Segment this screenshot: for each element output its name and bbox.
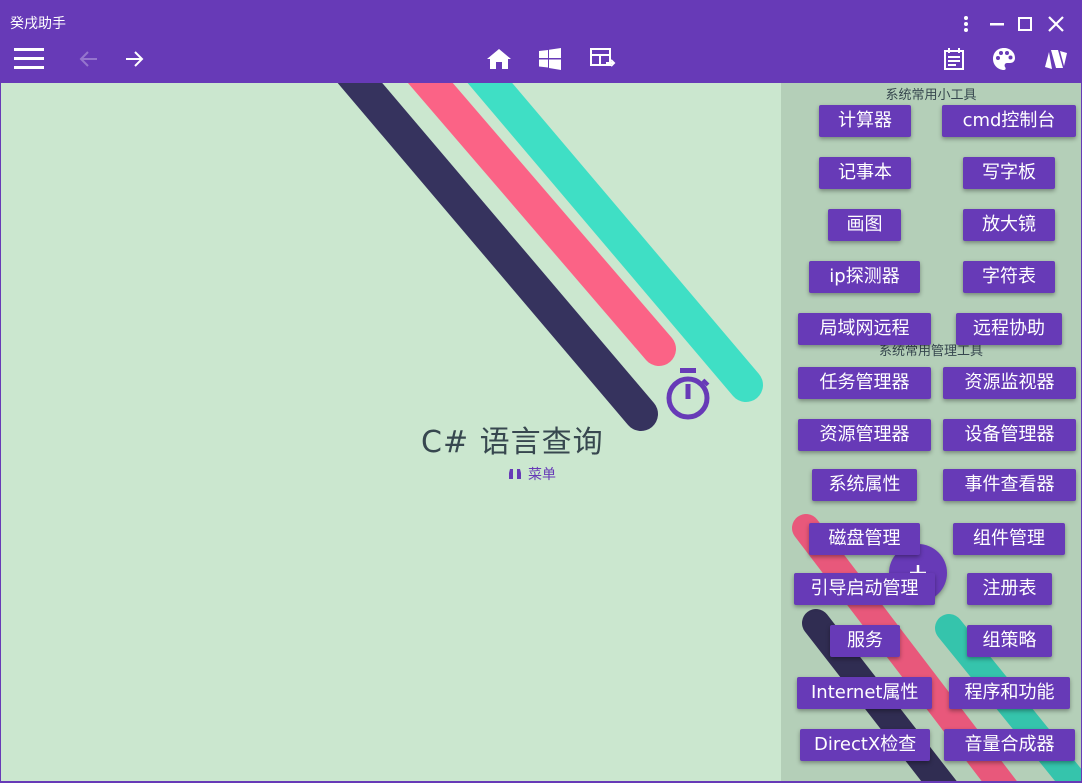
layout-icon[interactable] bbox=[585, 41, 621, 77]
menu-link[interactable]: 菜单 bbox=[508, 464, 556, 484]
menu-label: 菜单 bbox=[528, 467, 556, 483]
notepad-button[interactable]: 记事本 bbox=[819, 157, 911, 189]
system-properties-button[interactable]: 系统属性 bbox=[812, 469, 917, 501]
internet-options-button[interactable]: Internet属性 bbox=[797, 677, 932, 709]
section-title-tools: 系统常用小工具 bbox=[885, 88, 977, 103]
task-manager-button[interactable]: 任务管理器 bbox=[798, 367, 931, 399]
section-title-admin-tools: 系统常用管理工具 bbox=[878, 344, 983, 359]
app-window: 癸戌助手 C# 语言查询 菜单 系统常用小工具 系统常用管理工具 计算器 cmd… bbox=[1, 1, 1081, 781]
close-icon[interactable] bbox=[1041, 9, 1071, 39]
paint-button[interactable]: 画图 bbox=[828, 209, 901, 241]
volume-mixer-button[interactable]: 音量合成器 bbox=[944, 729, 1075, 761]
programs-features-button[interactable]: 程序和功能 bbox=[949, 677, 1070, 709]
component-management-button[interactable]: 组件管理 bbox=[953, 523, 1065, 555]
cards-icon[interactable] bbox=[1037, 41, 1073, 77]
boot-manager-button[interactable]: 引导启动管理 bbox=[794, 573, 935, 605]
ip-detector-button[interactable]: ip探测器 bbox=[809, 261, 920, 293]
back-arrow-icon[interactable] bbox=[70, 41, 106, 77]
magnifier-button[interactable]: 放大镜 bbox=[963, 209, 1055, 241]
charmap-button[interactable]: 字符表 bbox=[963, 261, 1055, 293]
minimize-icon[interactable] bbox=[982, 9, 1012, 39]
window-title: 癸戌助手 bbox=[10, 16, 66, 32]
palette-icon[interactable] bbox=[986, 41, 1022, 77]
home-icon[interactable] bbox=[481, 41, 517, 77]
windows-icon[interactable] bbox=[532, 41, 568, 77]
main-area: C# 语言查询 菜单 bbox=[1, 83, 781, 781]
page-title: C# 语言查询 bbox=[421, 425, 604, 460]
registry-button[interactable]: 注册表 bbox=[967, 573, 1052, 605]
calculator-button[interactable]: 计算器 bbox=[819, 105, 911, 137]
services-button[interactable]: 服务 bbox=[830, 625, 900, 657]
lan-remote-button[interactable]: 局域网远程 bbox=[798, 313, 931, 345]
binoculars-icon bbox=[509, 469, 521, 479]
hamburger-menu-icon[interactable] bbox=[11, 41, 47, 77]
disk-management-button[interactable]: 磁盘管理 bbox=[809, 523, 920, 555]
group-policy-button[interactable]: 组策略 bbox=[967, 625, 1052, 657]
sidebar: 系统常用小工具 系统常用管理工具 计算器 cmd控制台 记事本 写字板 画图 放… bbox=[781, 83, 1081, 781]
more-options-icon[interactable] bbox=[951, 9, 981, 39]
stopwatch-icon[interactable] bbox=[664, 367, 712, 423]
calendar-icon[interactable] bbox=[936, 41, 972, 77]
directx-check-button[interactable]: DirectX检查 bbox=[800, 729, 930, 761]
cmd-console-button[interactable]: cmd控制台 bbox=[942, 105, 1076, 137]
maximize-icon[interactable] bbox=[1010, 9, 1040, 39]
wordpad-button[interactable]: 写字板 bbox=[963, 157, 1055, 189]
explorer-button[interactable]: 资源管理器 bbox=[798, 419, 931, 451]
remote-assist-button[interactable]: 远程协助 bbox=[956, 313, 1062, 345]
resource-monitor-button[interactable]: 资源监视器 bbox=[943, 367, 1076, 399]
event-viewer-button[interactable]: 事件查看器 bbox=[943, 469, 1076, 501]
title-bar: 癸戌助手 bbox=[1, 1, 1081, 83]
stripes-decoration bbox=[337, 83, 763, 431]
forward-arrow-icon[interactable] bbox=[117, 41, 153, 77]
device-manager-button[interactable]: 设备管理器 bbox=[943, 419, 1076, 451]
